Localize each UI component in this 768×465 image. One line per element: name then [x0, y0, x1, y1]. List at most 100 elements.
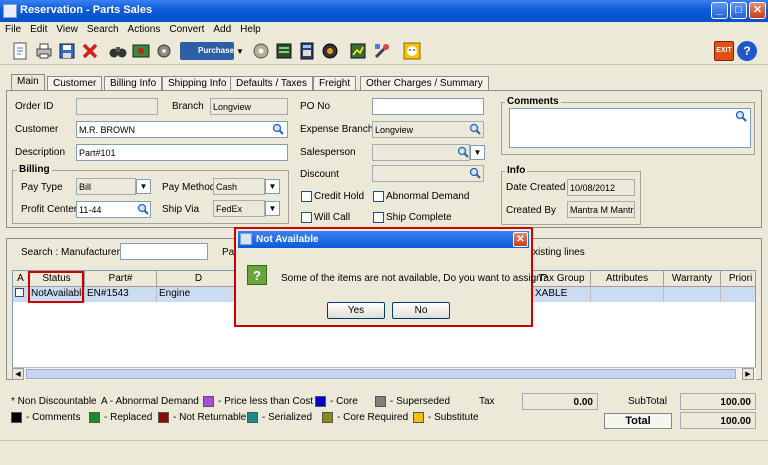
- ship-via-field[interactable]: FedEx: [213, 200, 265, 217]
- col-header-part[interactable]: Part#: [85, 271, 157, 287]
- comments-label: Comments: [505, 96, 561, 107]
- maximize-button[interactable]: □: [730, 2, 747, 19]
- purchase-dropdown-icon[interactable]: ▼: [236, 47, 244, 56]
- menu-help[interactable]: Help: [235, 22, 265, 35]
- will-call-checkbox[interactable]: [301, 212, 312, 223]
- row-warranty-cell[interactable]: [664, 287, 721, 302]
- close-button[interactable]: ✕: [749, 2, 766, 19]
- pay-type-field[interactable]: Bill: [76, 178, 136, 195]
- col-header-warranty[interactable]: Warranty: [664, 271, 721, 287]
- expense-branch-field[interactable]: Longview: [372, 121, 484, 138]
- menu-file[interactable]: File: [0, 22, 25, 35]
- expense-branch-search-icon[interactable]: [469, 123, 481, 135]
- tab-freight[interactable]: Freight: [313, 76, 357, 91]
- help-label: ?: [743, 44, 751, 58]
- comments-search-icon[interactable]: [735, 110, 747, 122]
- legend-comments: - Comments: [26, 412, 81, 423]
- row-priority-cell[interactable]: [721, 287, 755, 302]
- menu-actions[interactable]: Actions: [123, 22, 165, 35]
- minimize-button[interactable]: _: [711, 2, 728, 19]
- report-icon[interactable]: [274, 41, 294, 61]
- purchase-label: Purchase: [198, 46, 235, 55]
- smiley-icon[interactable]: [402, 41, 422, 61]
- binoculars-icon[interactable]: [108, 41, 128, 61]
- tab-other-charges[interactable]: Other Charges / Summary: [360, 76, 489, 91]
- parts-catalog-icon[interactable]: [131, 41, 151, 61]
- col-header-a[interactable]: A: [13, 271, 29, 287]
- customer-search-icon[interactable]: [272, 123, 284, 135]
- row-tax-group-cell[interactable]: XABLE: [533, 287, 591, 302]
- comments-field[interactable]: [509, 108, 751, 148]
- scroll-right-icon[interactable]: ▶: [742, 368, 754, 380]
- po-no-field[interactable]: [372, 98, 484, 115]
- credit-hold-checkbox[interactable]: [301, 191, 312, 202]
- manufacturer-field[interactable]: [120, 243, 208, 260]
- scroll-thumb[interactable]: [26, 369, 736, 379]
- discount-label: Discount: [300, 169, 339, 180]
- menu-edit[interactable]: Edit: [25, 22, 51, 35]
- tab-billing-info[interactable]: Billing Info: [104, 76, 163, 91]
- menu-convert[interactable]: Convert: [164, 22, 208, 35]
- legend-core: - Core: [330, 396, 358, 407]
- branch-field[interactable]: Longview: [210, 98, 288, 115]
- credit-hold-label: Credit Hold: [314, 191, 365, 202]
- row-part-cell[interactable]: EN#1543: [85, 287, 157, 302]
- help-icon[interactable]: ?: [737, 41, 757, 61]
- horizontal-scrollbar[interactable]: ◀ ▶: [12, 367, 756, 380]
- ship-complete-checkbox[interactable]: [373, 212, 384, 223]
- salesperson-label: Salesperson: [300, 147, 356, 158]
- gears-icon[interactable]: [154, 41, 174, 61]
- menu-add[interactable]: Add: [208, 22, 235, 35]
- salesperson-field[interactable]: [372, 144, 470, 161]
- save-icon[interactable]: [57, 41, 77, 61]
- exit-button[interactable]: EXIT: [714, 41, 734, 61]
- row-attributes-cell[interactable]: [591, 287, 664, 302]
- tab-defaults-taxes[interactable]: Defaults / Taxes: [230, 76, 313, 91]
- profit-center-search-icon[interactable]: [137, 203, 149, 215]
- col-header-attributes[interactable]: Attributes: [591, 271, 664, 287]
- tools-icon[interactable]: [372, 41, 392, 61]
- abnormal-demand-checkbox[interactable]: [373, 191, 384, 202]
- legend-swatch-blue: [315, 396, 326, 407]
- gear-settings-icon[interactable]: [251, 41, 271, 61]
- pay-method-dropdown-icon[interactable]: ▼: [265, 179, 280, 194]
- chart-icon[interactable]: [348, 41, 368, 61]
- salesperson-dropdown-icon[interactable]: ▼: [470, 145, 485, 160]
- yes-button[interactable]: Yes: [327, 302, 385, 319]
- ship-via-label: Ship Via: [162, 204, 200, 215]
- purchase-button[interactable]: Purchase: [180, 42, 234, 60]
- globe-icon[interactable]: [320, 41, 340, 61]
- ship-via-dropdown-icon[interactable]: ▼: [265, 201, 280, 216]
- order-id-field[interactable]: [76, 98, 158, 115]
- scroll-left-icon[interactable]: ◀: [12, 368, 24, 380]
- discount-field[interactable]: [372, 165, 484, 182]
- row-checkbox[interactable]: [15, 288, 24, 297]
- new-document-icon[interactable]: [10, 41, 30, 61]
- col-header-priority[interactable]: Priori: [721, 271, 755, 287]
- app-icon: [3, 4, 17, 18]
- salesperson-search-icon[interactable]: [457, 146, 469, 158]
- pay-type-dropdown-icon[interactable]: ▼: [136, 179, 151, 194]
- date-created-field[interactable]: 10/08/2012: [567, 179, 635, 196]
- row-description-cell[interactable]: Engine: [157, 287, 241, 302]
- tab-customer[interactable]: Customer: [47, 76, 103, 91]
- pay-method-field[interactable]: Cash: [213, 178, 265, 195]
- row-checkbox-cell[interactable]: [13, 287, 29, 302]
- discount-search-icon[interactable]: [469, 167, 481, 179]
- print-icon[interactable]: [34, 41, 54, 61]
- tax-label: Tax: [479, 396, 495, 407]
- tax-field: 0.00: [522, 393, 598, 410]
- no-button[interactable]: No: [392, 302, 450, 319]
- legend-swatch-green: [89, 412, 100, 423]
- menu-view[interactable]: View: [51, 22, 82, 35]
- calculator-icon[interactable]: [297, 41, 317, 61]
- description-field[interactable]: Part#101: [76, 144, 288, 161]
- delete-icon[interactable]: [80, 41, 100, 61]
- created-by-field[interactable]: Mantra M Mantra: [567, 201, 635, 218]
- col-header-description[interactable]: D: [157, 271, 241, 287]
- dialog-close-button[interactable]: ✕: [513, 232, 528, 247]
- menu-search[interactable]: Search: [82, 22, 123, 35]
- tab-shipping-info[interactable]: Shipping Info: [162, 76, 233, 91]
- customer-field[interactable]: M.R. BROWN: [76, 121, 288, 138]
- existing-lines-label: xisting lines: [533, 247, 585, 258]
